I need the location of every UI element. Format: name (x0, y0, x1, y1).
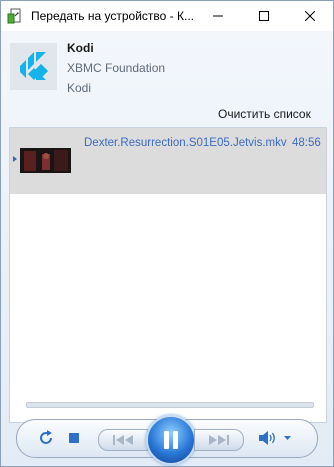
stop-icon (69, 433, 79, 443)
playlist: Dexter.Resurrection.S01E05.Jetvis.mkv 48… (9, 127, 327, 423)
playlist-item-name: Dexter.Resurrection.S01E05.Jetvis.mkv (84, 137, 287, 149)
repeat-icon (40, 430, 52, 444)
maximize-icon (259, 11, 269, 21)
minimize-icon (213, 15, 223, 17)
cast-window: Передать на устройство - К... Kodi XBMC … (0, 0, 334, 467)
clear-list-button[interactable]: Очистить список (218, 107, 311, 121)
window-title: Передать на устройство - К... (31, 9, 194, 23)
media-artist: XBMC Foundation (67, 61, 166, 75)
previous-button[interactable] (98, 429, 148, 451)
volume-icon (259, 431, 291, 445)
maximize-button[interactable] (241, 1, 287, 31)
playlist-item-duration: 48:56 (292, 137, 321, 149)
kodi-logo-icon (10, 43, 57, 90)
volume-button[interactable] (257, 430, 293, 446)
pause-icon (164, 431, 178, 449)
seek-bar[interactable] (26, 402, 314, 408)
now-playing-icon (13, 156, 17, 162)
player-content: Kodi XBMC Foundation Kodi Очистить списо… (1, 31, 333, 466)
stop-button[interactable] (67, 431, 81, 445)
media-album: Kodi (67, 81, 92, 95)
close-icon (305, 11, 315, 21)
title-bar[interactable]: Передать на устройство - К... (1, 1, 333, 31)
next-icon (209, 435, 229, 445)
cast-to-device-icon (7, 8, 23, 24)
minimize-button[interactable] (195, 1, 241, 31)
previous-icon (113, 435, 133, 445)
media-title: Kodi (67, 41, 94, 55)
pause-button[interactable] (146, 415, 196, 465)
video-thumbnail (20, 148, 71, 173)
repeat-button[interactable] (37, 429, 55, 447)
album-art (10, 43, 57, 90)
next-button[interactable] (194, 429, 244, 451)
playlist-item[interactable]: Dexter.Resurrection.S01E05.Jetvis.mkv 48… (10, 128, 326, 194)
transport-controls (16, 415, 318, 465)
close-button[interactable] (287, 1, 333, 31)
